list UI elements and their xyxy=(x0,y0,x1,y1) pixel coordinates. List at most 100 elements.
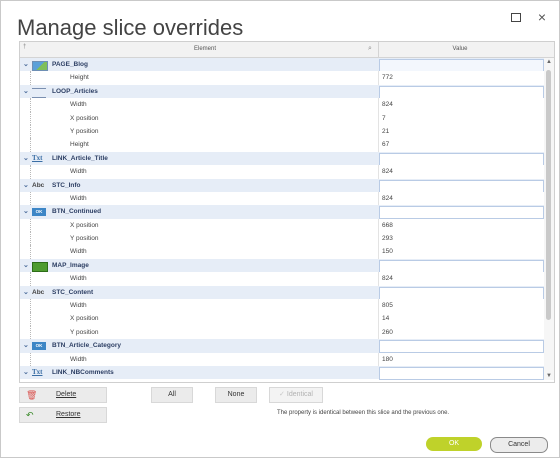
column-separator xyxy=(378,218,379,233)
element-name: BTN_Article_Category xyxy=(52,342,121,350)
property-row[interactable]: X position 668 xyxy=(20,218,544,233)
property-value[interactable]: 293 xyxy=(382,232,393,245)
column-header-value[interactable]: Value xyxy=(380,46,540,52)
property-row[interactable]: Y position 293 xyxy=(20,232,544,246)
delete-button[interactable]: 🗑 Delete xyxy=(19,387,107,403)
property-value[interactable]: 150 xyxy=(382,245,393,258)
group-value-cell xyxy=(379,206,544,220)
tree-line xyxy=(30,71,32,85)
property-value[interactable]: 824 xyxy=(382,192,393,205)
cancel-button[interactable]: Cancel xyxy=(490,437,548,453)
property-row[interactable]: Width 824 xyxy=(20,191,544,206)
all-button[interactable]: All xyxy=(151,387,193,403)
property-value[interactable]: 180 xyxy=(382,353,393,366)
map-image-icon xyxy=(32,261,48,272)
scroll-thumb[interactable] xyxy=(546,70,551,320)
element-group-row[interactable]: ⌄ Abc STC_Info xyxy=(20,178,544,193)
close-icon[interactable]: × xyxy=(533,9,551,25)
property-row[interactable]: Height 772 xyxy=(20,71,544,85)
group-value-cell xyxy=(379,85,544,99)
chevron-down-icon[interactable]: ⌄ xyxy=(23,205,29,218)
property-name: X position xyxy=(70,315,99,323)
property-value[interactable]: 14 xyxy=(382,312,389,325)
property-name: X position xyxy=(70,221,99,229)
image-icon xyxy=(32,61,48,71)
tree-line xyxy=(30,325,32,340)
scroll-down-icon[interactable]: ▼ xyxy=(544,373,554,379)
property-row[interactable]: Width 150 xyxy=(20,245,544,259)
column-separator xyxy=(378,245,379,259)
tree-line xyxy=(30,232,32,246)
property-row[interactable]: X position 7 xyxy=(20,111,544,125)
property-name: Y position xyxy=(70,235,99,243)
override-toolbar: 🗑 Delete ↶ Restore All None ✓ Identical … xyxy=(19,385,553,425)
ok-button[interactable]: OK xyxy=(426,437,482,451)
button-icon: OK xyxy=(32,208,46,217)
restore-button[interactable]: ↶ Restore xyxy=(19,407,107,423)
none-button[interactable]: None xyxy=(215,387,257,403)
dialog-title: Manage slice overrides xyxy=(17,15,244,40)
property-value[interactable]: 805 xyxy=(382,299,393,312)
column-separator xyxy=(378,71,379,85)
search-icon[interactable]: ⌕ xyxy=(368,45,372,53)
property-row[interactable]: Y position 260 xyxy=(20,325,544,340)
column-separator xyxy=(378,191,379,206)
group-value-cell xyxy=(379,340,544,354)
element-group-row[interactable]: ⌄ LOOP_Articles xyxy=(20,84,544,99)
column-header-element[interactable]: Element xyxy=(150,46,260,52)
element-group-row[interactable]: ⌄ Txt LINK_NBComments xyxy=(20,365,544,380)
column-separator xyxy=(378,232,379,246)
property-value[interactable]: 824 xyxy=(382,98,393,111)
property-name: Y position xyxy=(70,127,99,135)
chevron-down-icon[interactable]: ⌄ xyxy=(23,179,29,192)
tree-line xyxy=(30,245,32,259)
vertical-scrollbar[interactable]: ▲ ▼ xyxy=(544,58,554,380)
chevron-down-icon[interactable]: ⌄ xyxy=(23,339,29,352)
element-group-row[interactable]: ⌄ OK BTN_Article_Category xyxy=(20,339,544,354)
identical-button[interactable]: ✓ Identical xyxy=(269,387,323,403)
column-separator xyxy=(378,165,379,179)
chevron-down-icon[interactable]: ⌄ xyxy=(23,286,29,299)
element-group-row[interactable]: ⌄ PAGE_Blog xyxy=(20,58,544,72)
property-row[interactable]: X position 14 xyxy=(20,312,544,326)
tree-line xyxy=(30,299,32,313)
scroll-up-icon[interactable]: ▲ xyxy=(544,59,554,65)
tree-line xyxy=(30,218,32,233)
column-separator xyxy=(378,299,379,313)
property-name: Y position xyxy=(70,328,99,336)
column-separator xyxy=(378,111,379,125)
pin-icon[interactable]: † xyxy=(23,44,26,50)
property-row[interactable]: Width 824 xyxy=(20,272,544,286)
chevron-down-icon[interactable]: ⌄ xyxy=(23,366,29,379)
element-group-row[interactable]: ⌄ Abc STC_Content xyxy=(20,285,544,300)
property-row[interactable]: Width 824 xyxy=(20,165,544,179)
chevron-down-icon[interactable]: ⌄ xyxy=(23,259,29,272)
column-separator xyxy=(378,98,379,112)
property-value[interactable]: 824 xyxy=(382,272,393,285)
property-row[interactable]: Y position 21 xyxy=(20,124,544,139)
element-group-row[interactable]: ⌄ MAP_Image xyxy=(20,258,544,273)
property-row[interactable]: Width 180 xyxy=(20,352,544,366)
chevron-down-icon[interactable]: ⌄ xyxy=(23,152,29,165)
element-group-row[interactable]: ⌄ OK BTN_Continued xyxy=(20,205,544,220)
property-row[interactable]: Width 805 xyxy=(20,299,544,313)
property-value[interactable]: 668 xyxy=(382,219,393,232)
property-value[interactable]: 772 xyxy=(382,71,393,84)
maximize-icon[interactable] xyxy=(507,9,525,25)
property-row[interactable]: Height 67 xyxy=(20,138,544,152)
property-value[interactable]: 260 xyxy=(382,326,393,339)
property-value[interactable]: 21 xyxy=(382,125,389,138)
grid-header: † Element ⌕ Value xyxy=(20,42,554,58)
property-value[interactable]: 67 xyxy=(382,138,389,151)
element-group-row[interactable]: ⌄ Txt LINK_Article_Title xyxy=(20,151,544,166)
property-name: Width xyxy=(70,168,87,176)
property-value[interactable]: 824 xyxy=(382,165,393,178)
column-separator xyxy=(378,352,379,366)
property-name: X position xyxy=(70,114,99,122)
property-row[interactable]: Width 824 xyxy=(20,98,544,112)
property-name: Height xyxy=(70,141,89,149)
property-value[interactable]: 7 xyxy=(382,112,386,125)
chevron-down-icon[interactable]: ⌄ xyxy=(23,58,29,71)
column-separator xyxy=(378,124,379,139)
chevron-down-icon[interactable]: ⌄ xyxy=(23,85,29,98)
